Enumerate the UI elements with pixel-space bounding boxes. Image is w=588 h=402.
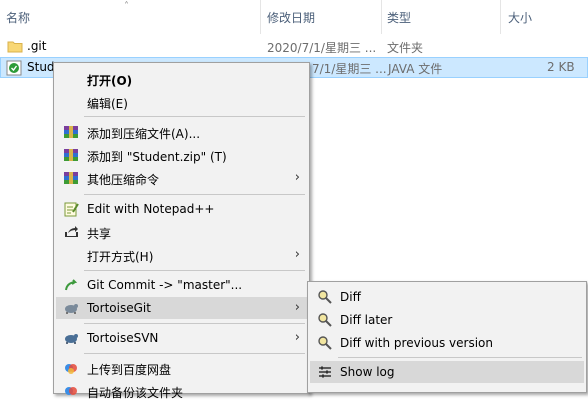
winrar-icon xyxy=(64,126,78,138)
diff-magnifier-icon xyxy=(318,290,332,304)
tortoisegit-icon xyxy=(65,304,78,314)
chevron-right-icon: › xyxy=(294,247,300,262)
file-name: .git xyxy=(27,39,47,53)
menu-item-label: 编辑(E) xyxy=(87,97,128,111)
menu-item-label: 共享 xyxy=(87,227,112,241)
chevron-right-icon: › xyxy=(294,330,300,345)
column-header: ˄ 名称 修改日期 类型 大小 xyxy=(0,0,588,34)
menu-item-label: 添加到压缩文件(A)... xyxy=(87,127,201,141)
menu-item-label: TortoiseGit xyxy=(87,301,151,315)
menu-item-label: 自动备份该文件夹 xyxy=(87,386,184,400)
menu-item-label: 其他压缩命令 xyxy=(87,173,160,187)
menu-item-add-to-student-zip[interactable]: 添加到 "Student.zip" (T) xyxy=(56,144,307,166)
diff-previous-magnifier-icon xyxy=(318,336,332,350)
column-modified-header[interactable]: 修改日期 xyxy=(267,9,315,26)
chevron-right-icon: › xyxy=(294,300,300,315)
folder-icon xyxy=(7,41,23,53)
menu-item-notepad-plus-plus[interactable]: Edit with Notepad++ xyxy=(56,198,307,220)
menu-item-label: Edit with Notepad++ xyxy=(87,202,215,216)
menu-item-label: Diff xyxy=(340,290,361,304)
menu-item-label: Git Commit -> "master"... xyxy=(87,278,243,292)
menu-item-baidu-upload[interactable]: 上传到百度网盘 xyxy=(56,357,307,379)
menu-item-baidu-backup[interactable]: 自动备份该文件夹 xyxy=(56,380,307,402)
menu-item-tortoisesvn[interactable]: TortoiseSVN › xyxy=(56,327,307,349)
submenu-item-diff-previous[interactable]: Diff with previous version xyxy=(310,332,584,354)
file-size: 2 KB xyxy=(547,60,575,74)
menu-item-label: Diff later xyxy=(340,313,393,327)
column-divider[interactable] xyxy=(381,0,382,34)
submenu-item-show-log[interactable]: Show log xyxy=(310,361,584,383)
column-type-header[interactable]: 类型 xyxy=(387,9,411,26)
menu-separator xyxy=(84,116,305,117)
winrar-icon xyxy=(64,172,78,184)
menu-separator xyxy=(84,353,305,354)
menu-item-share[interactable]: 共享 xyxy=(56,221,307,243)
menu-item-label: TortoiseSVN xyxy=(87,331,159,345)
menu-item-open-with[interactable]: 打开方式(H) › xyxy=(56,244,307,266)
file-row-git[interactable]: .git 2020/7/1/星期三 ... 文件夹 xyxy=(0,36,588,57)
menu-separator xyxy=(84,323,305,324)
menu-item-edit[interactable]: 编辑(E) xyxy=(56,91,307,113)
show-log-icon xyxy=(319,366,331,378)
menu-item-other-compress[interactable]: 其他压缩命令 › xyxy=(56,167,307,189)
file-modified: 7/1/星期三 ... xyxy=(312,62,387,76)
menu-separator xyxy=(84,194,305,195)
file-modified: 2020/7/1/星期三 ... xyxy=(267,41,377,55)
winrar-icon xyxy=(64,149,78,161)
menu-item-label: Show log xyxy=(340,365,395,379)
tortoisegit-submenu: Diff Diff later Diff with previous versi… xyxy=(307,281,587,393)
column-divider[interactable] xyxy=(500,0,501,34)
menu-item-label: 上传到百度网盘 xyxy=(87,363,172,377)
file-type: JAVA 文件 xyxy=(388,62,443,76)
notepad-plus-plus-icon xyxy=(64,202,79,217)
sort-ascending-icon: ˄ xyxy=(124,1,129,12)
menu-item-label: Diff with previous version xyxy=(340,336,493,350)
context-menu: 打开(O) 编辑(E) 添加到压缩文件(A)... 添加到 "Student.z… xyxy=(53,62,310,400)
column-size-header[interactable]: 大小 xyxy=(508,9,532,26)
menu-separator xyxy=(338,357,582,358)
git-commit-icon xyxy=(65,279,78,291)
submenu-item-diff-later[interactable]: Diff later xyxy=(310,309,584,331)
baidu-netdisk-icon xyxy=(65,364,77,374)
menu-item-label: 打开(O) xyxy=(87,74,133,88)
chevron-right-icon: › xyxy=(294,170,300,185)
menu-item-open[interactable]: 打开(O) xyxy=(56,68,307,90)
menu-item-tortoisegit[interactable]: TortoiseGit › xyxy=(56,297,307,319)
java-file-icon xyxy=(6,60,22,76)
tortoisesvn-icon xyxy=(65,334,78,344)
menu-item-add-to-archive[interactable]: 添加到压缩文件(A)... xyxy=(56,121,307,143)
file-name: Stud xyxy=(27,60,55,74)
column-name-header[interactable]: 名称 xyxy=(6,9,30,26)
submenu-item-diff[interactable]: Diff xyxy=(310,286,584,308)
diff-later-magnifier-icon xyxy=(318,313,332,327)
menu-item-git-commit[interactable]: Git Commit -> "master"... xyxy=(56,274,307,296)
menu-separator xyxy=(84,270,305,271)
menu-item-label: 打开方式(H) xyxy=(87,250,154,264)
menu-item-label: 添加到 "Student.zip" (T) xyxy=(87,150,227,164)
share-icon xyxy=(65,226,78,237)
baidu-backup-icon xyxy=(65,387,77,395)
file-type: 文件夹 xyxy=(387,41,424,55)
column-divider[interactable] xyxy=(260,0,261,34)
